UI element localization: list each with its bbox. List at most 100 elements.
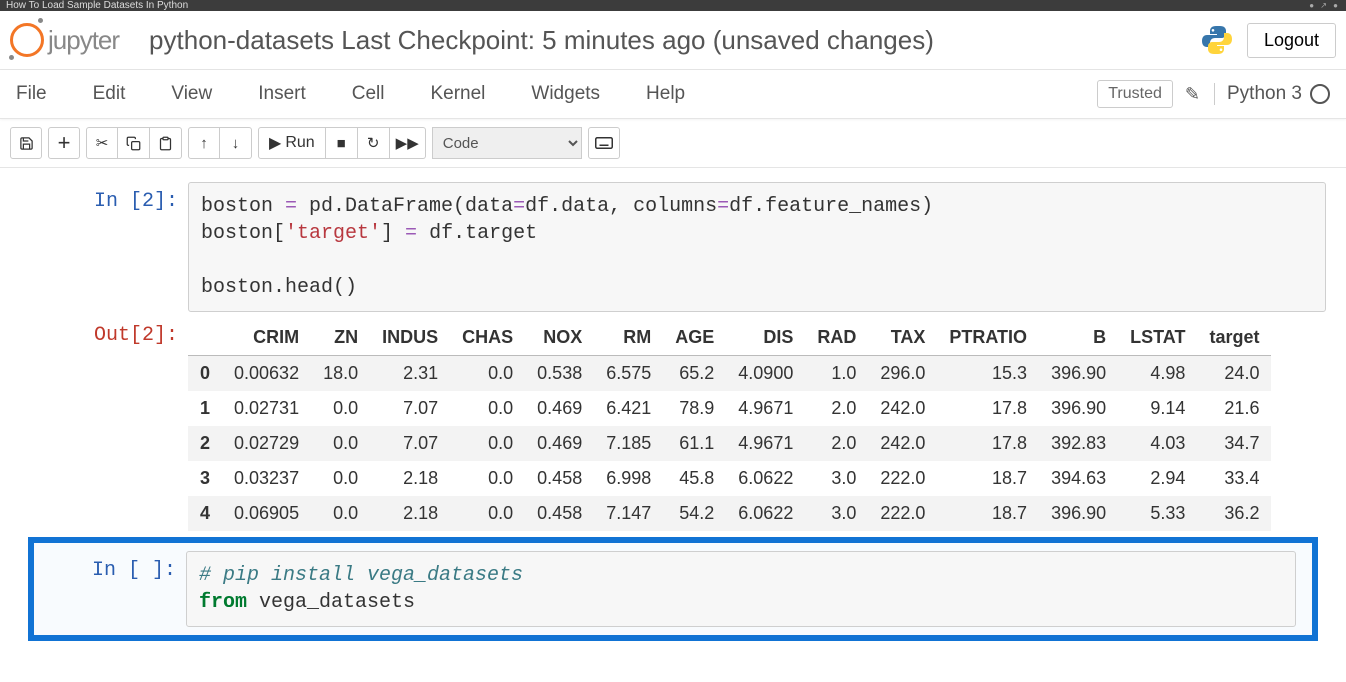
cell-value: 0.00632 <box>222 356 311 392</box>
cell-type-select[interactable]: Code <box>432 127 582 159</box>
cell-value: 65.2 <box>663 356 726 392</box>
table-row: 40.069050.02.180.00.4587.14754.26.06223.… <box>188 496 1271 531</box>
column-header: NOX <box>525 320 594 356</box>
cell-value: 61.1 <box>663 426 726 461</box>
cell-value: 4.03 <box>1118 426 1197 461</box>
browser-tab-bar: How To Load Sample Datasets In Python ● … <box>0 0 1346 11</box>
paste-button[interactable] <box>150 127 182 159</box>
output-prompt: Out[2]: <box>8 316 188 531</box>
column-header: RAD <box>805 320 868 356</box>
cell-value: 6.998 <box>594 461 663 496</box>
cell-value: 33.4 <box>1197 461 1271 496</box>
cell-value: 5.33 <box>1118 496 1197 531</box>
output-area: CRIMZNINDUSCHASNOXRMAGEDISRADTAXPTRATIOB… <box>188 316 1326 531</box>
cell-value: 0.469 <box>525 426 594 461</box>
cell-value: 222.0 <box>868 496 937 531</box>
cell-value: 0.0 <box>311 461 370 496</box>
column-header: LSTAT <box>1118 320 1197 356</box>
interrupt-button[interactable]: ■ <box>326 127 358 159</box>
cell-value: 0.538 <box>525 356 594 392</box>
cell-value: 3.0 <box>805 496 868 531</box>
code-input[interactable]: boston = pd.DataFrame(data=df.data, colu… <box>188 182 1326 312</box>
browser-tab-title: How To Load Sample Datasets In Python <box>6 0 188 11</box>
restart-run-all-button[interactable]: ▶▶ <box>390 127 426 159</box>
cell-value: 0.0 <box>311 496 370 531</box>
menu-insert[interactable]: Insert <box>258 83 306 105</box>
cell-value: 2.94 <box>1118 461 1197 496</box>
run-button[interactable]: ▶ Run <box>258 127 326 159</box>
cell-value: 394.63 <box>1039 461 1118 496</box>
save-button[interactable] <box>10 127 42 159</box>
notebook-area: In [2]: boston = pd.DataFrame(data=df.da… <box>0 168 1346 657</box>
column-header: DIS <box>726 320 805 356</box>
row-index: 1 <box>188 391 222 426</box>
column-header: target <box>1197 320 1271 356</box>
menu-file[interactable]: File <box>16 83 47 105</box>
browser-window-controls: ● ↗ ● <box>1309 1 1340 10</box>
menu-cell[interactable]: Cell <box>352 83 385 105</box>
column-header: INDUS <box>370 320 450 356</box>
command-palette-button[interactable] <box>588 127 620 159</box>
cell-value: 222.0 <box>868 461 937 496</box>
cell-value: 396.90 <box>1039 496 1118 531</box>
cell-value: 0.02731 <box>222 391 311 426</box>
cell-value: 4.9671 <box>726 391 805 426</box>
code-cell-2[interactable]: In [2]: boston = pd.DataFrame(data=df.da… <box>8 182 1338 312</box>
add-cell-button[interactable]: + <box>48 127 80 159</box>
cell-value: 0.0 <box>450 356 525 392</box>
cell-value: 9.14 <box>1118 391 1197 426</box>
cell-value: 6.421 <box>594 391 663 426</box>
table-row: 10.027310.07.070.00.4696.42178.94.96712.… <box>188 391 1271 426</box>
menu-edit[interactable]: Edit <box>93 83 126 105</box>
cell-value: 0.06905 <box>222 496 311 531</box>
jupyter-logo[interactable]: jupyter <box>10 23 119 57</box>
notebook-title[interactable]: python-datasets Last Checkpoint: 5 minut… <box>149 25 1187 56</box>
row-index: 4 <box>188 496 222 531</box>
cell-value: 6.0622 <box>726 496 805 531</box>
trusted-indicator[interactable]: Trusted <box>1097 80 1173 108</box>
output-cell-2: Out[2]: CRIMZNINDUSCHASNOXRMAGEDISRADTAX… <box>8 316 1338 531</box>
cell-value: 4.9671 <box>726 426 805 461</box>
row-index: 0 <box>188 356 222 392</box>
cell-value: 0.0 <box>450 391 525 426</box>
cell-value: 0.0 <box>311 391 370 426</box>
cell-value: 78.9 <box>663 391 726 426</box>
cell-value: 1.0 <box>805 356 868 392</box>
column-header: RM <box>594 320 663 356</box>
code-input[interactable]: # pip install vega_datasets from vega_da… <box>186 551 1296 627</box>
code-cell-blank[interactable]: In [ ]: # pip install vega_datasets from… <box>38 551 1308 627</box>
dataframe-table: CRIMZNINDUSCHASNOXRMAGEDISRADTAXPTRATIOB… <box>188 320 1271 531</box>
cell-value: 392.83 <box>1039 426 1118 461</box>
kernel-indicator[interactable]: Python 3 <box>1214 83 1330 105</box>
column-header: AGE <box>663 320 726 356</box>
logout-button[interactable]: Logout <box>1247 23 1336 58</box>
cell-value: 2.0 <box>805 426 868 461</box>
cell-value: 2.18 <box>370 496 450 531</box>
cell-value: 242.0 <box>868 426 937 461</box>
cell-value: 21.6 <box>1197 391 1271 426</box>
row-index: 3 <box>188 461 222 496</box>
cell-value: 7.185 <box>594 426 663 461</box>
move-up-button[interactable]: ↑ <box>188 127 220 159</box>
menu-kernel[interactable]: Kernel <box>430 83 485 105</box>
cell-value: 15.3 <box>937 356 1039 392</box>
cell-value: 0.0 <box>450 426 525 461</box>
move-down-button[interactable]: ↓ <box>220 127 252 159</box>
cell-value: 296.0 <box>868 356 937 392</box>
menu-widgets[interactable]: Widgets <box>531 83 600 105</box>
cell-value: 396.90 <box>1039 391 1118 426</box>
input-prompt: In [2]: <box>8 182 188 312</box>
menu-view[interactable]: View <box>171 83 212 105</box>
python-logo-icon <box>1201 24 1233 56</box>
copy-button[interactable] <box>118 127 150 159</box>
restart-button[interactable]: ↻ <box>358 127 390 159</box>
menu-help[interactable]: Help <box>646 83 685 105</box>
edit-icon[interactable]: ✎ <box>1185 84 1200 105</box>
cell-value: 36.2 <box>1197 496 1271 531</box>
table-row: 20.027290.07.070.00.4697.18561.14.96712.… <box>188 426 1271 461</box>
column-header: CRIM <box>222 320 311 356</box>
cut-button[interactable]: ✂ <box>86 127 118 159</box>
cell-value: 24.0 <box>1197 356 1271 392</box>
column-header: B <box>1039 320 1118 356</box>
toolbar: + ✂ ↑ ↓ ▶ Run ■ ↻ ▶▶ Code <box>0 119 1346 168</box>
